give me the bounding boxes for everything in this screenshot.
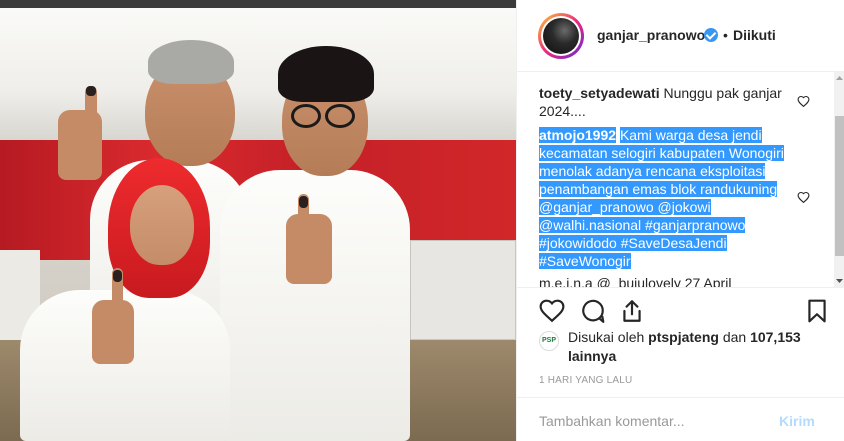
avatar[interactable] — [538, 13, 584, 59]
like-comment-heart-icon[interactable] — [797, 191, 810, 203]
post-side-panel: ganjar_pranowo • Diikuti toety_setyadewa… — [516, 0, 844, 441]
likes-count[interactable]: 107,153 — [750, 329, 801, 345]
post-photo[interactable] — [0, 0, 516, 441]
share-upload-icon[interactable] — [619, 298, 645, 324]
action-bar — [517, 287, 844, 331]
scroll-up-arrow-icon[interactable] — [834, 72, 844, 84]
photo-top-edge — [0, 0, 516, 8]
comments-scrollbar[interactable] — [834, 72, 844, 287]
like-heart-icon[interactable] — [539, 298, 565, 324]
liked-by-user[interactable]: ptspjateng — [648, 329, 719, 345]
comment-text: Kami warga desa jendi kecamatan selogiri… — [539, 127, 784, 269]
comment-bubble-icon[interactable] — [580, 298, 606, 324]
others-label[interactable]: lainnya — [568, 348, 616, 364]
post-comment-button[interactable]: Kirim — [779, 413, 815, 429]
comment-username[interactable]: toety_setyadewati — [539, 85, 660, 101]
comment-text: m.e.i.n.a @_buiulovely 27 April — [539, 275, 732, 287]
photo-voting-booth — [410, 240, 516, 340]
post-header: ganjar_pranowo • Diikuti — [517, 0, 844, 72]
follow-button[interactable]: Diikuti — [733, 27, 776, 43]
and-label: dan — [722, 329, 747, 345]
comment-input[interactable]: Tambahkan komentar... — [539, 413, 685, 429]
liker-avatar[interactable]: PSP — [539, 331, 559, 351]
scrollbar-thumb[interactable] — [835, 116, 844, 256]
save-bookmark-icon[interactable] — [804, 298, 830, 324]
comment-username[interactable]: atmojo1992 — [539, 127, 617, 143]
comment-item: atmojo1992 Kami warga desa jendi kecamat… — [539, 126, 797, 270]
comments-list[interactable]: toety_setyadewati Nunggu pak ganjar 2024… — [517, 72, 844, 287]
comment-item-partial: m.e.i.n.a @_buiulovely 27 April — [539, 274, 797, 287]
comment-composer: Tambahkan komentar... Kirim — [517, 397, 844, 441]
post-timestamp[interactable]: 1 HARI YANG LALU — [539, 375, 632, 386]
post-username[interactable]: ganjar_pranowo — [597, 27, 705, 43]
like-comment-heart-icon[interactable] — [797, 95, 810, 107]
scroll-down-arrow-icon[interactable] — [834, 275, 844, 287]
separator-dot: • — [723, 27, 728, 43]
liked-by-label: Disukai oleh — [568, 329, 645, 345]
verified-badge-icon — [704, 28, 718, 42]
likes-text: Disukai oleh ptspjateng dan 107,153 lain… — [568, 328, 828, 366]
comment-item: toety_setyadewati Nunggu pak ganjar 2024… — [539, 84, 797, 120]
